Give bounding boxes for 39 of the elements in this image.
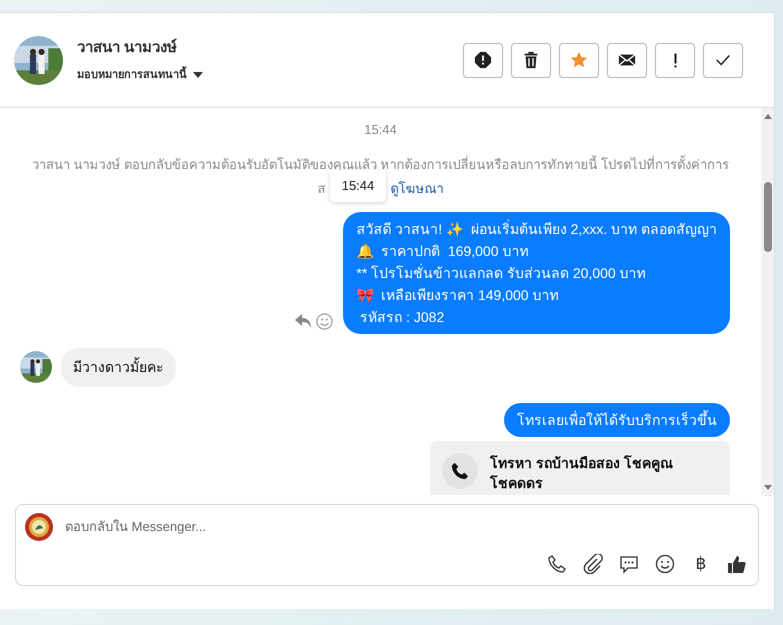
call-card-text: โชคดดร bbox=[490, 474, 544, 492]
message-text: โทรเลยเพื่อให้ได้รับบริการเร็วขึ้น bbox=[517, 409, 717, 430]
mail-button[interactable] bbox=[607, 42, 647, 78]
message-text: รหัสรถ : J082 bbox=[359, 308, 446, 326]
notice-text: ส bbox=[318, 180, 326, 198]
see-ad-link[interactable]: ดูโฆษณา bbox=[390, 179, 444, 198]
caret-icon bbox=[193, 72, 203, 78]
baht-button[interactable]: ฿ bbox=[691, 551, 711, 576]
reply-field[interactable]: ตอบกลับใน Messenger... ฿ bbox=[15, 504, 759, 586]
call-card[interactable]: โทรหา รถบ้านมือสอง โชคคูณ โชคดดร bbox=[430, 440, 730, 494]
speech-bubble-icon[interactable] bbox=[619, 554, 639, 574]
exclamation-icon bbox=[674, 52, 676, 68]
emoji-icon bbox=[316, 312, 334, 330]
message-text: 🔔 ราคาปกติ 169,000 บาท bbox=[356, 242, 530, 261]
time-tooltip: 15:44 bbox=[330, 170, 386, 202]
paperclip-icon[interactable] bbox=[583, 554, 603, 574]
call-icon[interactable] bbox=[547, 554, 567, 574]
message-text: สวัสดี วาสนา! ✨ ผ่อนเริ่มต้นเพียง 2,xxx. บาท ตลอดสัญญา bbox=[356, 218, 717, 239]
contact-name: วาสนา นามวงษ์ bbox=[77, 38, 178, 58]
scrollbar[interactable] bbox=[761, 108, 774, 496]
thumbs-up-icon[interactable] bbox=[727, 554, 747, 574]
phone-icon bbox=[451, 462, 469, 480]
star-icon bbox=[570, 51, 588, 69]
scroll-up-icon bbox=[764, 114, 772, 119]
alert-octagon-icon bbox=[474, 51, 492, 69]
report-button[interactable] bbox=[463, 42, 503, 78]
message-text: มีวางดาวมั้ยคะ bbox=[73, 358, 164, 374]
message-text: ** โปรโมชั่นข้าวแลกลด รับส่วนลด 20,000 บาท bbox=[356, 262, 647, 282]
trash-icon bbox=[522, 51, 540, 69]
timestamp: 15:44 bbox=[364, 121, 397, 139]
scrollbar-thumb[interactable] bbox=[764, 182, 772, 252]
star-button[interactable] bbox=[559, 42, 599, 78]
emoji-icon[interactable] bbox=[655, 554, 675, 574]
message-text: 🎀 เหลือเพียงราคา 149,000 บาท bbox=[356, 286, 560, 304]
reply-icon bbox=[294, 313, 312, 329]
scroll-down-icon bbox=[764, 485, 772, 490]
delete-button[interactable] bbox=[511, 42, 551, 78]
assign-dropdown[interactable]: มอบหมายการสนทนานี้ bbox=[77, 67, 203, 84]
call-card-text: โทรหา รถบ้านมือสอง โชคคูณ bbox=[490, 454, 673, 472]
